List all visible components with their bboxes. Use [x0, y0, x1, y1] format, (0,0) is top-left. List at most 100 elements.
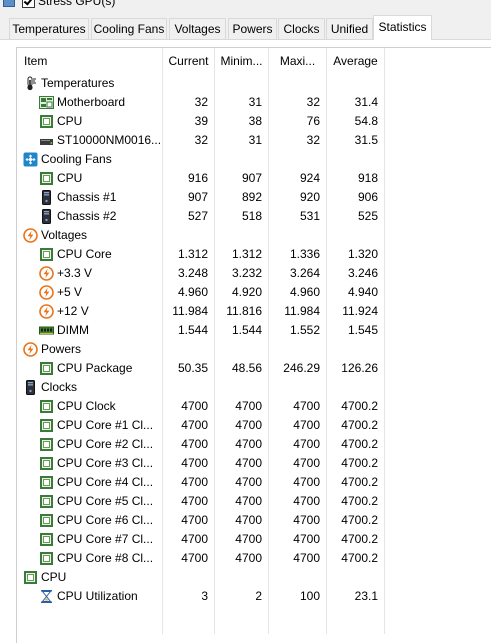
sensor-label: CPU Core: [57, 247, 112, 261]
group-label: Powers: [41, 342, 82, 356]
cell-average: 4700.2: [341, 532, 378, 546]
sensor-row[interactable]: CPU Core #7 Cl... 4700 4700 4700 4700.2: [17, 530, 491, 549]
cell-maximum: 100: [299, 589, 320, 603]
tab-statistics[interactable]: Statistics: [373, 15, 432, 40]
column-header-item[interactable]: Item: [17, 48, 163, 74]
cpu-chip-icon: [39, 247, 54, 262]
tab-voltages[interactable]: Voltages: [169, 18, 226, 39]
sensor-row[interactable]: +5 V 4.960 4.920 4.960 4.940: [17, 283, 491, 302]
sensor-row[interactable]: Motherboard 32 31 32 31.4: [17, 93, 491, 112]
sensor-row[interactable]: CPU Core 1.312 1.312 1.336 1.320: [17, 245, 491, 264]
cell-minimum: 31: [248, 133, 262, 147]
chassis-icon: [39, 190, 54, 205]
tab-cooling-fans[interactable]: Cooling Fans: [91, 18, 167, 39]
sensor-row[interactable]: CPU Core #2 Cl... 4700 4700 4700 4700.2: [17, 435, 491, 454]
cell-average: 4700.2: [341, 513, 378, 527]
group-row[interactable]: Clocks: [17, 378, 491, 397]
column-separator: [268, 74, 269, 634]
cell-average: 4700.2: [341, 418, 378, 432]
sensor-row[interactable]: Chassis #2 527 518 531 525: [17, 207, 491, 226]
cell-maximum: 4700: [293, 513, 320, 527]
cell-average: 31.4: [354, 95, 378, 109]
group-row[interactable]: Powers: [17, 340, 491, 359]
cell-average: 4700.2: [341, 494, 378, 508]
sensor-label: CPU Core #1 Cl...: [57, 418, 154, 432]
cell-current: 4700: [181, 418, 208, 432]
tab-unified[interactable]: Unified: [326, 18, 373, 39]
cpu-chip-icon: [39, 532, 54, 547]
sensor-label: CPU Package: [57, 361, 133, 375]
sensor-label: CPU Core #6 Cl...: [57, 513, 154, 527]
cell-average: 126.26: [341, 361, 378, 375]
cell-maximum: 4700: [293, 551, 320, 565]
sensor-row[interactable]: CPU Clock 4700 4700 4700 4700.2: [17, 397, 491, 416]
cell-maximum: 3.264: [289, 266, 320, 280]
sensor-row[interactable]: CPU Core #1 Cl... 4700 4700 4700 4700.2: [17, 416, 491, 435]
group-row[interactable]: Voltages: [17, 226, 491, 245]
sensor-label: CPU: [57, 171, 83, 185]
cell-maximum: 920: [299, 190, 320, 204]
sensor-row[interactable]: CPU 39 38 76 54.8: [17, 112, 491, 131]
cpu-chip-icon: [23, 570, 38, 585]
sensor-row[interactable]: CPU Core #6 Cl... 4700 4700 4700 4700.2: [17, 511, 491, 530]
sensor-row[interactable]: +3.3 V 3.248 3.232 3.264 3.246: [17, 264, 491, 283]
sensor-row[interactable]: DIMM 1.544 1.544 1.552 1.545: [17, 321, 491, 340]
cpu-chip-icon: [39, 437, 54, 452]
cell-minimum: 4700: [235, 475, 262, 489]
column-separator: [214, 74, 215, 634]
cell-minimum: 4700: [235, 399, 262, 413]
cell-maximum: 4700: [293, 494, 320, 508]
cell-maximum: 531: [299, 209, 320, 223]
group-row[interactable]: Temperatures: [17, 74, 491, 93]
cell-minimum: 31: [248, 95, 262, 109]
cell-current: 1.544: [177, 323, 208, 337]
cell-average: 4700.2: [341, 551, 378, 565]
tab-clocks[interactable]: Clocks: [278, 18, 325, 39]
cell-average: 4700.2: [341, 437, 378, 451]
voltage-icon: [23, 228, 38, 243]
tab-powers[interactable]: Powers: [228, 18, 277, 39]
cell-current: 3.248: [177, 266, 208, 280]
cell-minimum: 4700: [235, 418, 262, 432]
sensor-row[interactable]: CPU 916 907 924 918: [17, 169, 491, 188]
sensor-row[interactable]: CPU Core #4 Cl... 4700 4700 4700 4700.2: [17, 473, 491, 492]
cell-current: 11.984: [172, 304, 208, 318]
column-header-minimum[interactable]: Minim...: [215, 48, 269, 74]
cell-current: 4700: [181, 513, 208, 527]
hard-drive-icon: [39, 133, 54, 148]
stress-gpu-checkbox[interactable]: [22, 0, 35, 8]
sensor-row[interactable]: CPU Package 50.35 48.56 246.29 126.26: [17, 359, 491, 378]
cell-current: 3: [201, 589, 208, 603]
cell-average: 1.545: [347, 323, 378, 337]
sensor-row[interactable]: CPU Core #3 Cl... 4700 4700 4700 4700.2: [17, 454, 491, 473]
cell-minimum: 11.816: [226, 304, 262, 318]
cell-current: 4700: [181, 456, 208, 470]
sensor-row[interactable]: CPU Core #8 Cl... 4700 4700 4700 4700.2: [17, 549, 491, 568]
sensor-label: CPU Core #4 Cl...: [57, 475, 154, 489]
cell-current: 4700: [181, 494, 208, 508]
sensor-row[interactable]: Chassis #1 907 892 920 906: [17, 188, 491, 207]
cell-maximum: 246.29: [283, 361, 320, 375]
group-row[interactable]: CPU: [17, 568, 491, 587]
group-row[interactable]: Cooling Fans: [17, 150, 491, 169]
tab-temperatures[interactable]: Temperatures: [9, 18, 89, 39]
column-header-maximum[interactable]: Maxi...: [269, 48, 327, 74]
sensor-row[interactable]: ST10000NM0016... 32 31 32 31.5: [17, 131, 491, 150]
cell-current: 4700: [181, 475, 208, 489]
sensor-label: CPU Core #8 Cl...: [57, 551, 154, 565]
sensor-label: +12 V: [57, 304, 89, 318]
column-header-average[interactable]: Average: [327, 48, 385, 74]
statistics-grid-header: Item Current Minim... Maxi... Average: [17, 48, 491, 74]
sensor-label: +5 V: [57, 285, 83, 299]
cell-minimum: 38: [248, 114, 262, 128]
sensor-row[interactable]: +12 V 11.984 11.816 11.984 11.924: [17, 302, 491, 321]
sensor-row[interactable]: CPU Utilization 3 2 100 23.1: [17, 587, 491, 606]
cell-minimum: 4700: [235, 456, 262, 470]
cell-minimum: 4700: [235, 437, 262, 451]
cpu-chip-icon: [39, 494, 54, 509]
voltage-icon: [23, 342, 38, 357]
sensor-row[interactable]: CPU Core #5 Cl... 4700 4700 4700 4700.2: [17, 492, 491, 511]
column-header-current[interactable]: Current: [163, 48, 215, 74]
cell-minimum: 518: [241, 209, 262, 223]
sensor-label: Chassis #2: [57, 209, 117, 223]
